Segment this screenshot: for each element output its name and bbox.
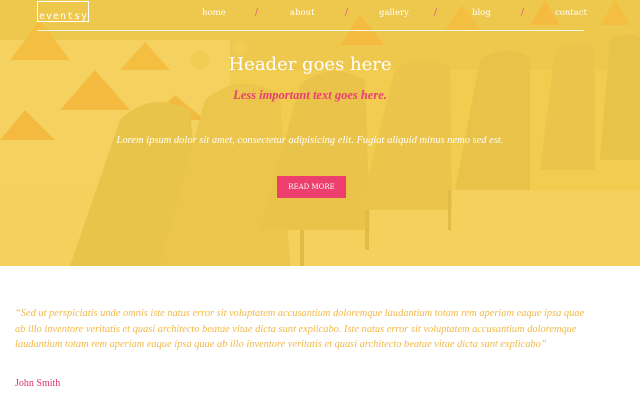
top-navigation: eventsy home / about / gallery / blog / … xyxy=(0,0,640,32)
hero-body-text: Lorem ipsum dolor sit amet, consectetur … xyxy=(116,135,504,146)
nav-item-gallery[interactable]: gallery xyxy=(379,7,409,19)
hero-subtitle: Less important text goes here. xyxy=(233,88,387,102)
hero-section: eventsy home / about / gallery / blog / … xyxy=(0,0,640,266)
nav-separator: / xyxy=(345,8,349,18)
nav-separator: / xyxy=(434,8,438,18)
hero-title: Header goes here xyxy=(228,54,392,75)
nav-item-about[interactable]: about xyxy=(290,7,315,19)
testimonial-quote: “Sed ut perspiciatis unde omnis iste nat… xyxy=(15,308,585,350)
nav-item-home[interactable]: home xyxy=(202,7,226,19)
nav-separator: / xyxy=(521,8,525,18)
site-logo[interactable]: eventsy xyxy=(37,1,89,22)
nav-item-contact[interactable]: contact xyxy=(555,7,587,19)
nav-item-blog[interactable]: blog xyxy=(472,7,491,19)
read-more-button[interactable]: READ MORE xyxy=(277,176,346,198)
nav-divider xyxy=(37,30,584,31)
nav-separator: / xyxy=(255,8,259,18)
hero-color-overlay xyxy=(0,0,640,266)
testimonial-author: John Smith xyxy=(15,378,61,389)
